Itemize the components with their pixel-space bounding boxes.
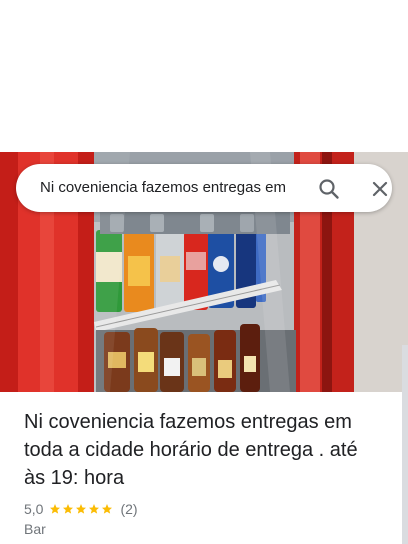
search-icon [319, 179, 339, 199]
search-bar[interactable]: Ni coveniencia fazemos entregas em [16, 164, 392, 212]
place-title: Ni coveniencia fazemos entregas em toda … [24, 411, 358, 489]
star-icon [50, 504, 61, 514]
search-input[interactable]: Ni coveniencia fazemos entregas em [40, 178, 302, 198]
star-icon [89, 504, 100, 514]
star-rating [49, 503, 114, 515]
place-category: Bar [24, 521, 46, 537]
search-button[interactable] [316, 176, 342, 202]
review-count[interactable]: (2) [120, 501, 137, 517]
rating-row[interactable]: 5,0 (2) [24, 500, 138, 518]
rating-value: 5,0 [24, 501, 44, 517]
star-icon [102, 504, 113, 514]
close-icon [372, 181, 388, 197]
star-icon [76, 504, 87, 514]
star-icon [63, 504, 74, 514]
clear-search-button[interactable] [368, 177, 392, 201]
scrollbar[interactable] [402, 345, 408, 544]
